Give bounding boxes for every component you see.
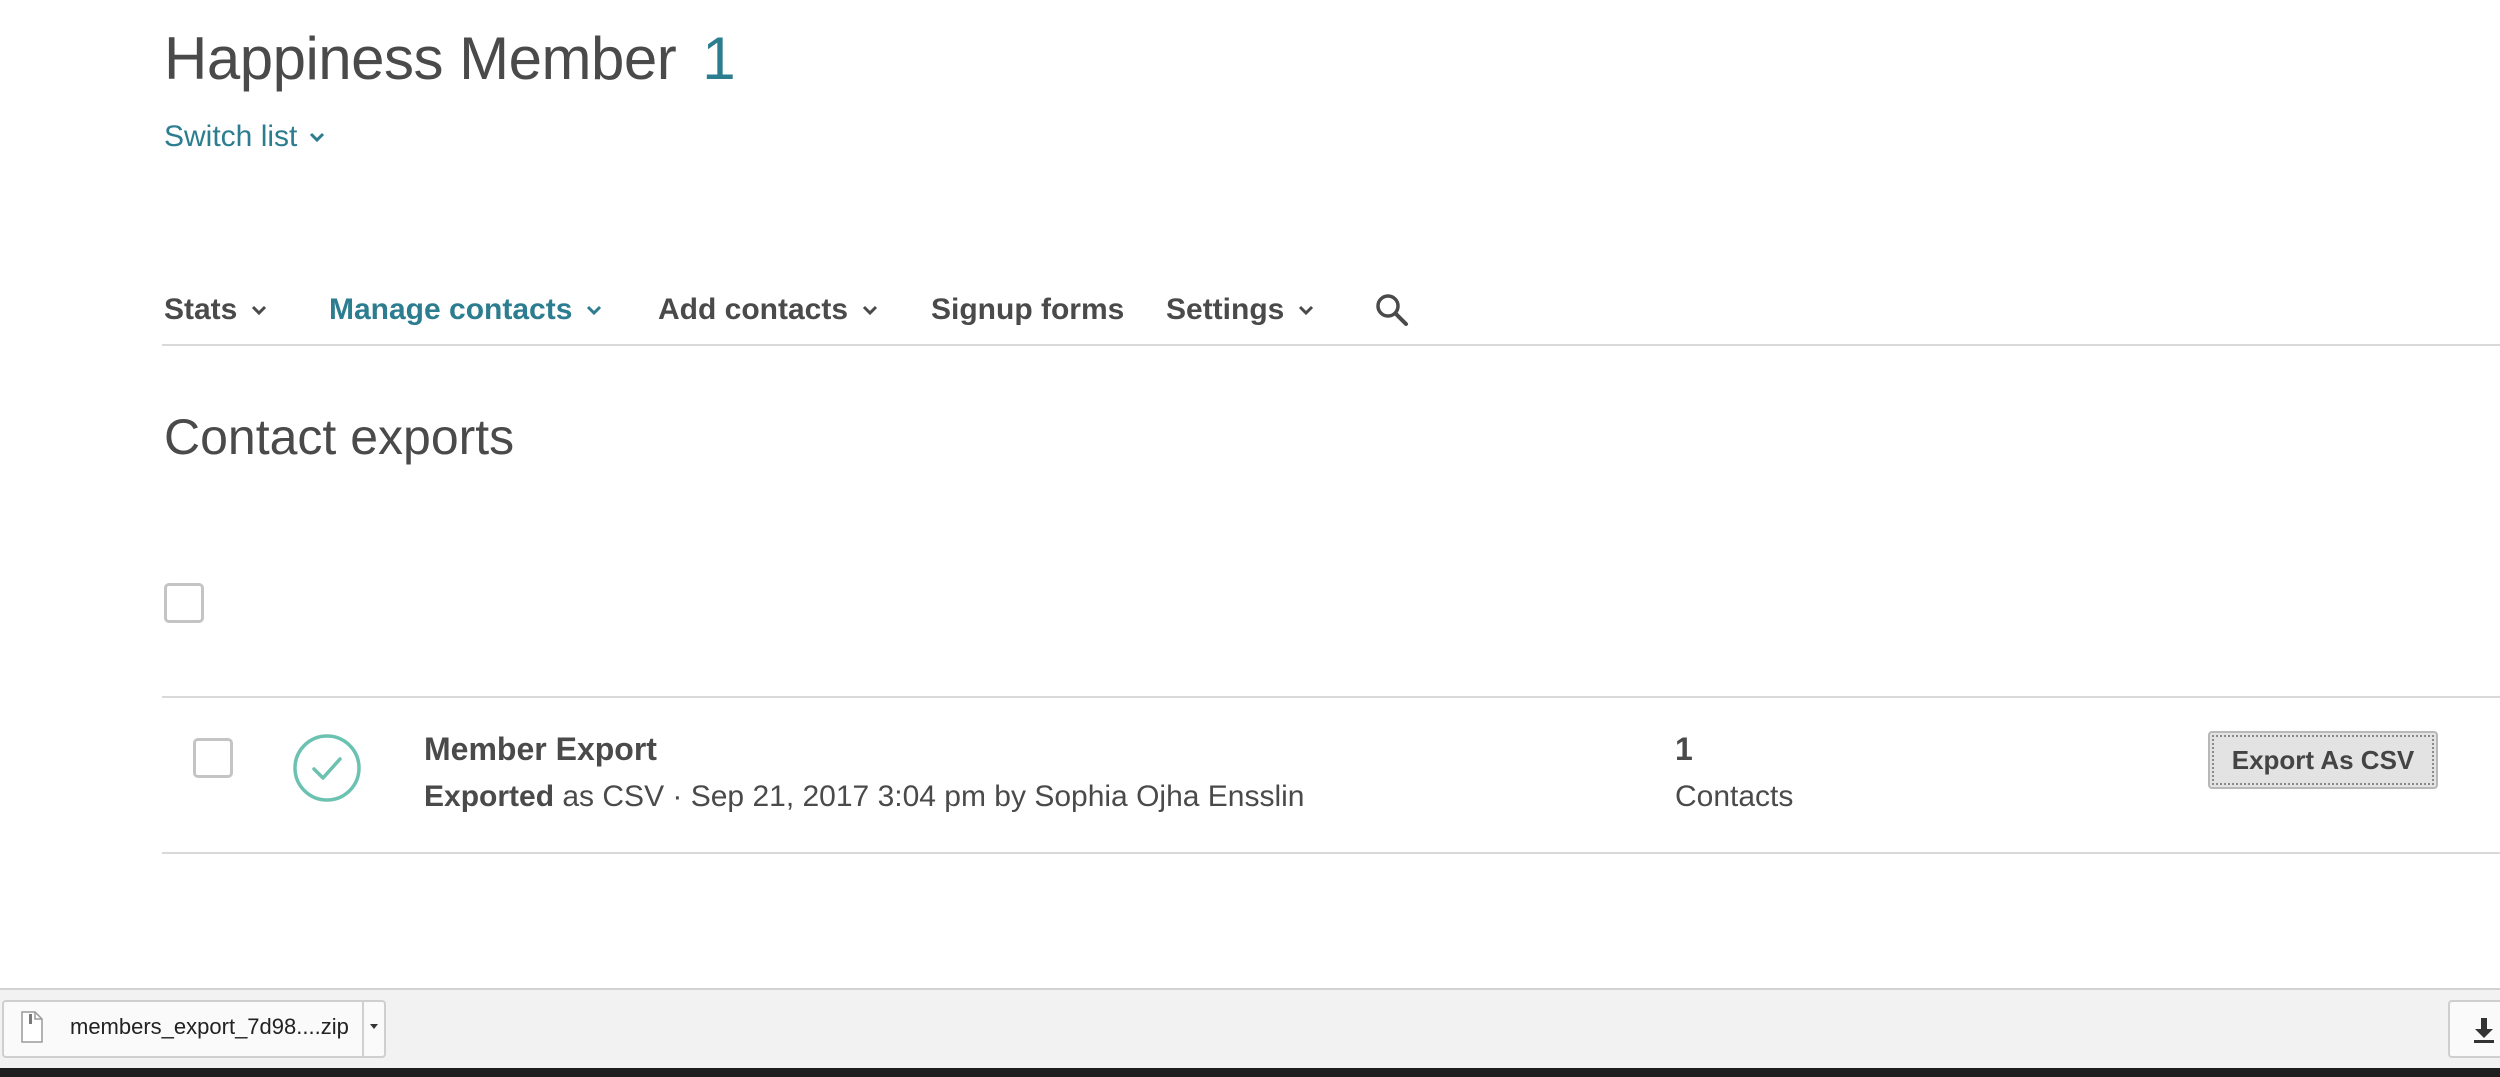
row-divider [162,696,2500,698]
export-as-csv-button[interactable]: Export As CSV [2208,731,2438,789]
nav-stats-label: Stats [164,293,238,326]
window-bottom-edge [0,1068,2500,1077]
chevron-down-icon [310,132,325,143]
switch-list-label: Switch list [164,120,298,153]
nav-manage-contacts[interactable]: Manage contacts [329,293,658,327]
export-status: Exported [424,780,555,813]
chevron-down-icon [1299,305,1314,316]
list-nav: Stats Manage contacts Add contacts Signu… [164,278,1410,342]
caret-down-icon[interactable] [365,1016,383,1036]
download-icon [2474,1018,2494,1043]
nav-add-contacts-label: Add contacts [658,293,849,326]
nav-add-contacts[interactable]: Add contacts [658,293,931,327]
chevron-down-icon [252,305,267,316]
nav-signup-forms-label: Signup forms [931,293,1125,326]
list-count: 1 [702,25,736,92]
nav-manage-contacts-label: Manage contacts [329,293,573,326]
nav-signup-forms[interactable]: Signup forms [931,293,1166,327]
export-meta: Exported as CSV · Sep 21, 2017 3:04 pm b… [424,780,1304,814]
download-item-divider [362,1002,364,1056]
contact-count-label: Contacts [1675,780,1794,813]
page-header: Happiness Member 1 [164,24,736,93]
contact-count: 1 [1675,731,1693,767]
check-circle-icon [293,734,361,802]
chevron-down-icon [862,305,878,316]
select-all-checkbox[interactable] [164,583,204,623]
export-detail: as CSV · Sep 21, 2017 3:04 pm by Sophia … [562,780,1305,813]
list-name: Happiness Member [164,25,677,92]
download-file-name[interactable]: members_export_7d98....zip [70,1014,349,1040]
file-icon [21,1011,43,1043]
nav-stats[interactable]: Stats [164,293,329,327]
row-checkbox[interactable] [193,738,233,778]
nav-settings[interactable]: Settings [1166,293,1374,327]
switch-list-button[interactable]: Switch list [164,120,325,154]
chevron-down-icon [587,305,602,316]
row-divider [162,852,2500,854]
nav-settings-label: Settings [1166,293,1285,326]
nav-search-button[interactable] [1374,292,1410,328]
section-title: Contact exports [164,409,515,465]
search-icon [1376,294,1408,326]
export-name[interactable]: Member Export [424,731,657,768]
nav-divider [162,344,2500,346]
